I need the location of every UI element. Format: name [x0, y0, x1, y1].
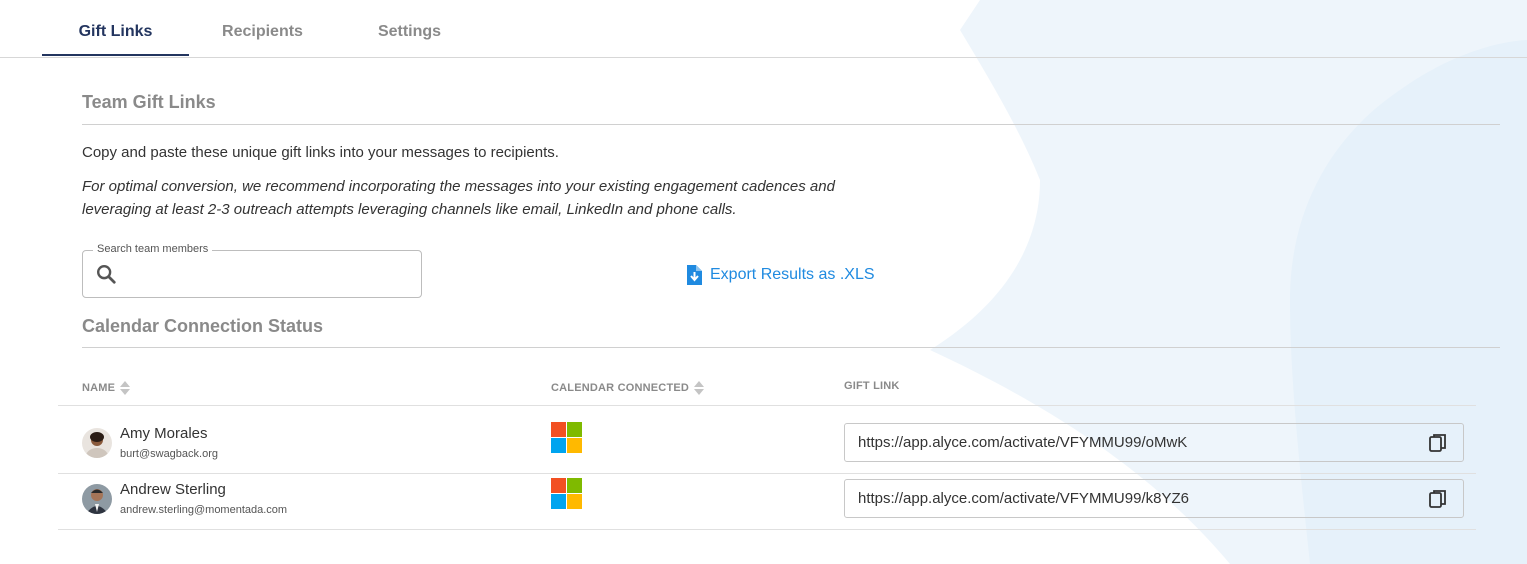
- section-divider: [82, 347, 1500, 348]
- section-title-calendar-status: Calendar Connection Status: [82, 316, 324, 336]
- gift-link-text: https://app.alyce.com/activate/VFYMMU99/…: [858, 434, 1188, 451]
- file-download-icon: [687, 265, 702, 285]
- column-header-calendar[interactable]: CALENDAR CONNECTED: [551, 380, 705, 396]
- search-label: Search team members: [93, 243, 213, 255]
- search-icon: [97, 265, 116, 284]
- gift-link-text: https://app.alyce.com/activate/VFYMMU99/…: [858, 490, 1189, 507]
- tab-gift-links[interactable]: Gift Links: [42, 0, 189, 56]
- microsoft-icon: [551, 478, 582, 509]
- tab-settings[interactable]: Settings: [336, 0, 483, 56]
- column-header-name[interactable]: NAME: [82, 380, 131, 396]
- copy-icon[interactable]: [1429, 489, 1447, 509]
- tab-bar: Gift Links Recipients Settings: [0, 0, 1527, 58]
- search-input[interactable]: [127, 261, 411, 289]
- person-email: burt@swagback.org: [120, 448, 218, 460]
- table-divider: [58, 529, 1476, 530]
- export-xls-link[interactable]: Export Results as .XLS: [686, 264, 875, 286]
- intro-text: Copy and paste these unique gift links i…: [82, 144, 559, 161]
- avatar: [82, 484, 112, 514]
- column-header-label: CALENDAR CONNECTED: [551, 382, 690, 394]
- export-label: Export Results as .XLS: [710, 266, 875, 283]
- avatar: [82, 428, 112, 458]
- search-field[interactable]: Search team members: [82, 243, 422, 298]
- tab-recipients[interactable]: Recipients: [189, 0, 336, 56]
- gift-link-field[interactable]: https://app.alyce.com/activate/VFYMMU99/…: [844, 479, 1464, 518]
- person-name: Andrew Sterling: [120, 481, 226, 498]
- gift-link-field[interactable]: https://app.alyce.com/activate/VFYMMU99/…: [844, 423, 1464, 462]
- person-email: andrew.sterling@momentada.com: [120, 504, 288, 516]
- section-title-team-gift-links: Team Gift Links: [82, 92, 216, 112]
- column-header-gift-link: GIFT LINK: [844, 380, 900, 392]
- sort-icon: [694, 381, 705, 395]
- microsoft-icon: [551, 422, 582, 453]
- copy-icon[interactable]: [1429, 433, 1447, 453]
- table-divider: [58, 473, 1476, 474]
- recommendation-note: For optimal conversion, we recommend inc…: [82, 178, 835, 218]
- person-name: Amy Morales: [120, 425, 208, 442]
- section-divider: [82, 124, 1500, 125]
- column-header-label: NAME: [82, 382, 116, 394]
- table-divider: [58, 405, 1476, 406]
- sort-icon: [120, 381, 131, 395]
- column-header-label: GIFT LINK: [844, 380, 900, 392]
